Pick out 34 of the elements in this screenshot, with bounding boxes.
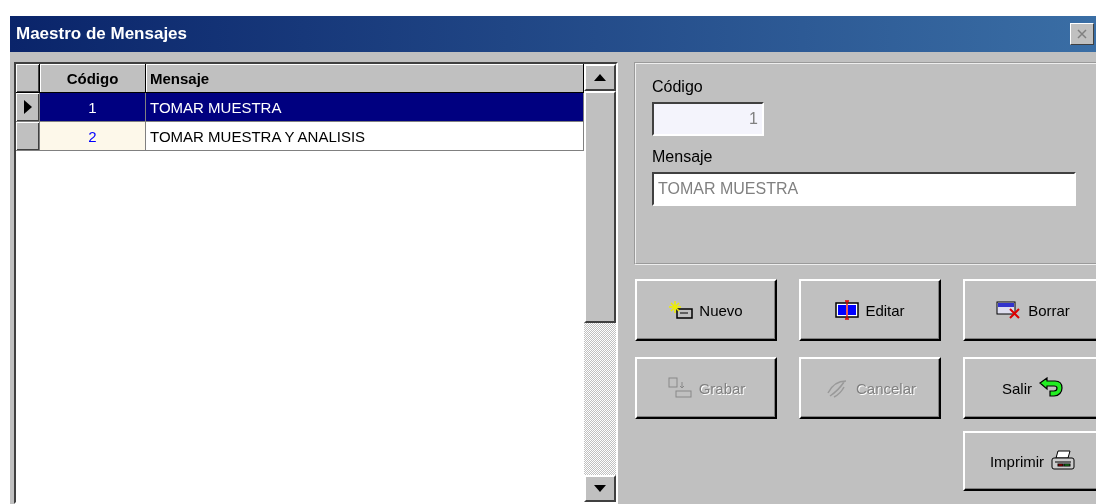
close-button[interactable] [1070, 23, 1094, 45]
column-header[interactable]: Código [40, 64, 146, 93]
printer-icon [1050, 450, 1077, 472]
scroll-thumb[interactable] [584, 91, 616, 323]
field-label: Mensaje [652, 148, 714, 166]
table-cell: TOMAR MUESTRA [146, 93, 584, 122]
print-button[interactable]: Imprimir [963, 431, 1096, 491]
scroll-down-button[interactable] [584, 475, 616, 502]
new-button[interactable]: Nuevo [635, 279, 777, 341]
vertical-scrollbar[interactable] [584, 64, 616, 502]
copy-document-icon [666, 377, 693, 399]
exit-button[interactable]: Salir [963, 357, 1096, 419]
row-selector[interactable] [16, 122, 40, 151]
table-cell: 1 [40, 93, 146, 122]
header-corner [16, 64, 40, 93]
field-label: Código [652, 78, 704, 96]
window-title: Maestro de Mensajes [16, 24, 187, 44]
scroll-up-button[interactable] [584, 64, 616, 91]
table-cell: TOMAR MUESTRA Y ANALISIS [146, 122, 584, 151]
close-icon [1077, 29, 1087, 39]
current-row-icon [23, 100, 32, 114]
table-cell: 2 [40, 122, 146, 151]
input-field[interactable]: TOMAR MUESTRA [652, 172, 1076, 206]
edit-button[interactable]: Editar [799, 279, 941, 341]
delete-record-icon [996, 300, 1023, 320]
text-edit-icon [835, 300, 860, 320]
sparkle-card-icon [669, 300, 694, 320]
delete-button[interactable]: Borrar [963, 279, 1096, 341]
row-selector[interactable] [16, 93, 40, 122]
column-header[interactable]: Mensaje [146, 64, 584, 93]
return-arrow-icon [1038, 377, 1064, 399]
up-arrow-icon [594, 74, 606, 81]
input-field[interactable]: 1 [652, 102, 764, 136]
down-arrow-icon [594, 485, 606, 492]
